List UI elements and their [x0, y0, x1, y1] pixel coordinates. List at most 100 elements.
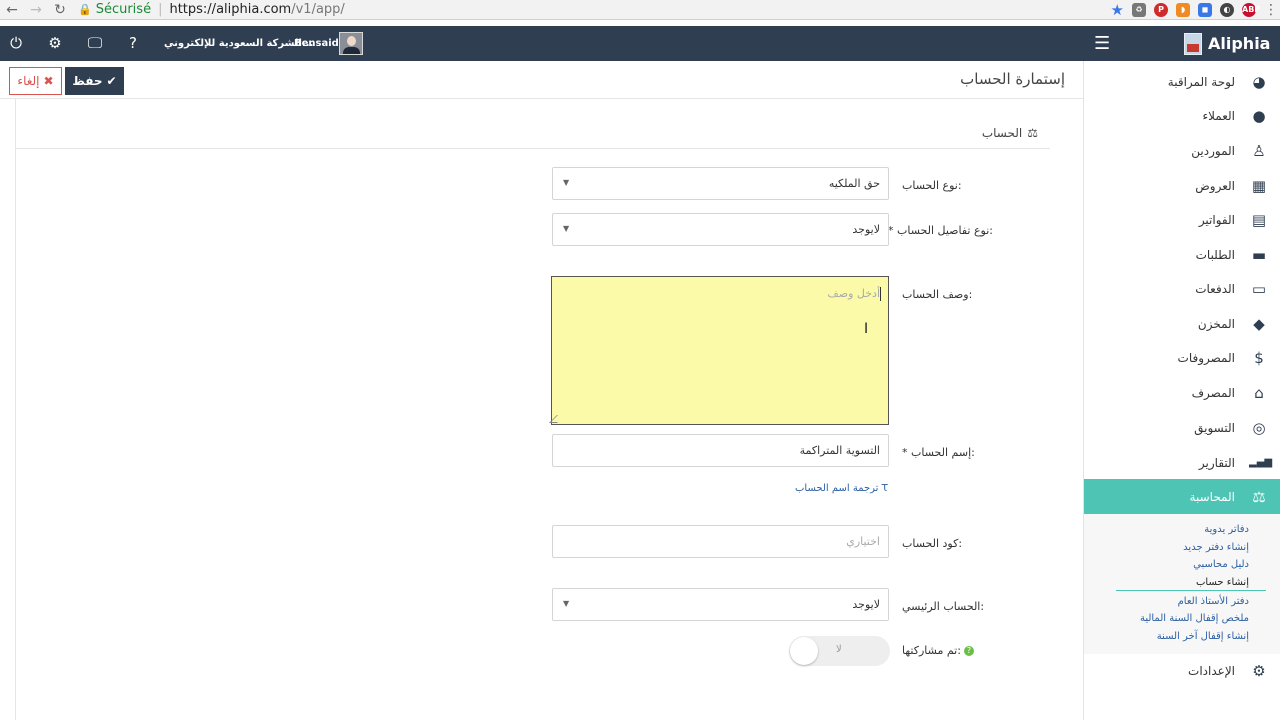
- dark-extension-icon[interactable]: ◐: [1220, 3, 1234, 17]
- sidebar-item-invoices[interactable]: الفواتير ▤: [1084, 202, 1280, 237]
- hamburger-menu-icon[interactable]: ☰: [1094, 26, 1110, 61]
- box-icon: ◆: [1253, 314, 1265, 333]
- cancel-button[interactable]: إلغاء ✖: [9, 67, 62, 95]
- sidebar-item-reports[interactable]: التقارير ▂▄▆: [1084, 445, 1280, 480]
- sidebar-item-accounting[interactable]: المحاسبة ⚖: [1084, 479, 1280, 514]
- dollar-icon: $: [1254, 348, 1264, 367]
- save-button[interactable]: حفظ ✔: [65, 67, 124, 95]
- blue-extension-icon[interactable]: ◼: [1198, 3, 1212, 17]
- submenu-item-new-journal[interactable]: إنشاء دفتر جديد: [1183, 542, 1249, 553]
- submenu-item-general-ledger[interactable]: دفتر الأستاذ العام: [1178, 596, 1249, 607]
- sidebar-item-label: المخزن: [1197, 316, 1235, 331]
- accounting-submenu: دفاتر يدوية إنشاء دفتر جديد دليل محاسبي …: [1084, 514, 1280, 654]
- browser-menu-icon[interactable]: ⋮: [1264, 0, 1278, 20]
- bar-chart-icon: ▂▄▆: [1249, 457, 1273, 468]
- sidebar-item-quotes[interactable]: العروض ▦: [1084, 168, 1280, 203]
- sidebar-item-payments[interactable]: الدفعات ▭: [1084, 271, 1280, 306]
- gear-icon[interactable]: ⚙: [45, 26, 65, 61]
- power-icon[interactable]: ⏻: [6, 26, 26, 61]
- translate-link-text: ترجمة اسم الحساب: [795, 483, 879, 494]
- submenu-item-create-account[interactable]: إنشاء حساب: [1196, 577, 1249, 588]
- scale-icon: ⚖: [1252, 487, 1266, 506]
- sidebar-item-dashboard[interactable]: لوحة المراقبة ◕: [1084, 64, 1280, 99]
- sidebar-item-inventory[interactable]: المخزن ◆: [1084, 306, 1280, 341]
- user-name[interactable]: Bensaid: [294, 26, 339, 61]
- page-title: إستمارة الحساب: [960, 70, 1065, 88]
- close-icon: ✖: [43, 74, 54, 88]
- rss-extension-icon[interactable]: ◗: [1176, 3, 1190, 17]
- calculator-icon: ▦: [1251, 176, 1267, 195]
- url-separator: |: [158, 2, 163, 17]
- company-name[interactable]: الشركة السعودية للإلكتروني...: [164, 26, 313, 61]
- submenu-item-chart-of-accounts[interactable]: دليل محاسبي: [1193, 559, 1249, 570]
- account-type-value: حق الملكيه: [828, 177, 880, 190]
- section-title: الحساب ⚖: [982, 126, 1038, 140]
- sidebar-item-orders[interactable]: الطلبات ▬: [1084, 237, 1280, 272]
- adblock-extension-icon[interactable]: ABP: [1242, 3, 1260, 17]
- forward-icon[interactable]: →: [24, 0, 48, 20]
- back-icon[interactable]: ←: [0, 0, 24, 20]
- text-cursor-icon: I: [864, 321, 869, 337]
- sidebar-item-label: لوحة المراقبة: [1167, 74, 1235, 89]
- help-icon[interactable]: ?: [123, 26, 143, 61]
- sidebar-item-label: العروض: [1195, 178, 1235, 193]
- parent-account-value: لايوجد: [852, 598, 880, 611]
- secure-label: Sécurisé: [95, 2, 152, 17]
- sidebar-item-suppliers[interactable]: الموردين ♙: [1084, 133, 1280, 168]
- submenu-item-manual-journals[interactable]: دفاتر يدوية: [1204, 524, 1249, 535]
- description-textarea[interactable]: أدخل وصف I: [549, 276, 889, 425]
- brand-logo[interactable]: Aliphia: [1184, 26, 1270, 61]
- shared-toggle[interactable]: لا: [789, 636, 890, 666]
- resize-handle[interactable]: [549, 415, 565, 423]
- save-label: حفظ: [72, 74, 103, 88]
- check-icon: ✔: [106, 74, 117, 88]
- account-name-input[interactable]: التسوية المتراكمة: [552, 434, 889, 467]
- recycle-extension-icon[interactable]: ♻: [1132, 3, 1146, 17]
- translate-icon: Ꚍ: [881, 483, 888, 494]
- toggle-knob[interactable]: [790, 637, 818, 665]
- account-code-input[interactable]: اختياري: [552, 525, 889, 558]
- invoice-icon: ▤: [1251, 210, 1267, 229]
- sidebar-item-label: الموردين: [1191, 143, 1235, 158]
- sidebar-item-expenses[interactable]: المصروفات $: [1084, 340, 1280, 375]
- main-content: إلغاء ✖ حفظ ✔ إستمارة الحساب الحساب ⚖ نو…: [0, 61, 1083, 720]
- sidebar-item-label: العملاء: [1202, 108, 1235, 123]
- detail-type-label: * نوع تفاصيل الحساب:: [888, 224, 994, 237]
- dashboard-icon: ◕: [1252, 72, 1266, 91]
- translate-name-link[interactable]: ترجمة اسم الحساب Ꚍ: [795, 483, 888, 494]
- pinterest-extension-icon[interactable]: P: [1154, 3, 1168, 17]
- submenu-item-create-year-close[interactable]: إنشاء إقفال آخر السنة: [1157, 631, 1249, 642]
- monitor-icon[interactable]: 🖵: [85, 26, 105, 61]
- sidebar-item-bank[interactable]: المصرف ⌂: [1084, 375, 1280, 410]
- credit-card-icon: ▭: [1251, 279, 1267, 298]
- help-icon[interactable]: ?: [963, 646, 974, 656]
- description-label: وصف الحساب:: [902, 288, 973, 301]
- bank-icon: ⌂: [1254, 383, 1264, 402]
- sidebar-item-customers[interactable]: العملاء ●: [1084, 98, 1280, 133]
- account-form-panel: الحساب ⚖ نوع الحساب: حق الملكيه ▼ * نوع …: [15, 99, 1050, 720]
- gear-icon: ⚙: [1252, 661, 1266, 680]
- shared-label: تم مشاركتها:?: [902, 644, 974, 657]
- account-type-select[interactable]: حق الملكيه ▼: [552, 167, 889, 200]
- sidebar-item-label: الدفعات: [1195, 281, 1235, 296]
- briefcase-icon: ▬: [1251, 245, 1267, 264]
- sidebar: لوحة المراقبة ◕ العملاء ● الموردين ♙ الع…: [1083, 61, 1280, 720]
- bookmark-star-icon[interactable]: ★: [1111, 0, 1124, 20]
- sidebar-item-label: التقارير: [1198, 455, 1235, 470]
- section-title-text: الحساب: [981, 126, 1023, 140]
- sidebar-item-label: الطلبات: [1195, 247, 1235, 262]
- reload-icon[interactable]: ↻: [48, 0, 72, 20]
- detail-type-select[interactable]: لايوجد ▼: [552, 213, 889, 246]
- sidebar-item-label: المصرف: [1191, 385, 1235, 400]
- submenu-active-underline: [1116, 590, 1266, 591]
- sidebar-item-label: المحاسبة: [1189, 489, 1235, 504]
- avatar[interactable]: [339, 32, 363, 55]
- toggle-text: لا: [836, 644, 842, 655]
- sidebar-item-label: المصروفات: [1177, 350, 1235, 365]
- address-bar[interactable]: 🔒 Sécurisé | https://aliphia.com /v1/app…: [78, 0, 345, 20]
- parent-account-select[interactable]: لايوجد ▼: [552, 588, 889, 621]
- submenu-item-year-close-summary[interactable]: ملخص إقفال السنة المالية: [1140, 613, 1249, 624]
- sidebar-item-settings[interactable]: الإعدادات ⚙: [1084, 653, 1280, 688]
- cancel-label: إلغاء: [17, 74, 40, 88]
- sidebar-item-marketing[interactable]: التسويق ◎: [1084, 410, 1280, 445]
